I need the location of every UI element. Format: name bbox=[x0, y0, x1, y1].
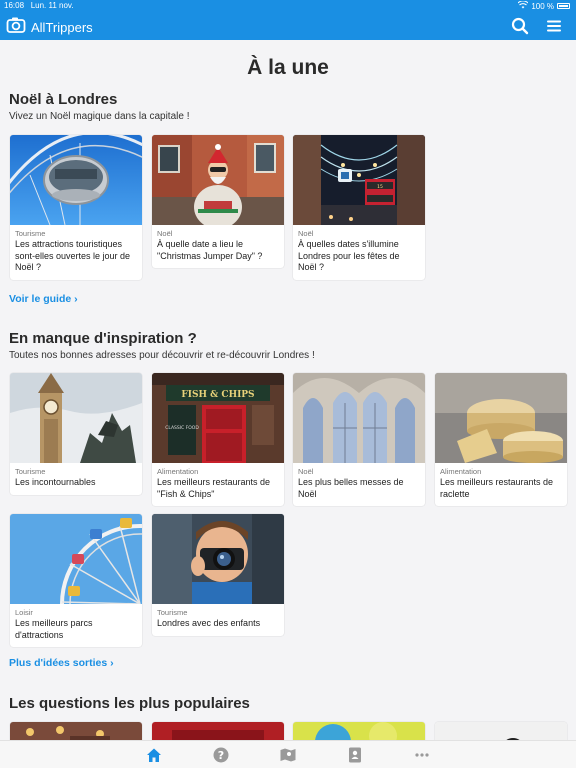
card-title: Les incontournables bbox=[15, 477, 96, 487]
chevron-right-icon: › bbox=[74, 293, 78, 305]
chevron-right-icon: › bbox=[110, 657, 114, 669]
article-card[interactable]: Loisir Les meilleurs parcs d'attractions bbox=[10, 514, 142, 647]
card-image-christmas-lights: 15 bbox=[293, 135, 425, 225]
card-category: Noël bbox=[298, 229, 314, 238]
help-icon[interactable]: ? bbox=[212, 746, 230, 764]
card-image-raclette bbox=[435, 373, 567, 463]
card-title: Les meilleurs restaurants de "Fish & Chi… bbox=[157, 477, 271, 499]
status-time-date: 16:08 Lun. 11 nov. bbox=[4, 1, 74, 10]
wifi-icon bbox=[517, 0, 529, 11]
card-image-child-camera bbox=[152, 514, 284, 604]
article-card[interactable]: 15 Noël À quelles dates s'illumine Londr… bbox=[293, 135, 425, 280]
menu-board-text: CLASSIC FOOD bbox=[165, 425, 199, 431]
section-noel-londres: Noël à Londres Vivez un Noël magique dan… bbox=[9, 91, 569, 122]
section-inspiration: En manque d'inspiration ? Toutes nos bon… bbox=[9, 330, 569, 361]
card-image-white bbox=[435, 722, 567, 740]
card-image-colorful bbox=[293, 722, 425, 740]
card-category: Alimentation bbox=[440, 467, 482, 476]
card-image-fish-chips: FISH & CHIPS CLASSIC FOOD bbox=[152, 373, 284, 463]
battery-percent: 100 % bbox=[531, 1, 554, 11]
article-card[interactable] bbox=[293, 722, 425, 740]
search-icon[interactable] bbox=[510, 16, 530, 36]
card-title: Londres avec des enfants bbox=[157, 618, 261, 628]
card-category: Noël bbox=[157, 229, 173, 238]
home-icon[interactable] bbox=[145, 746, 163, 764]
fish-chips-sign-text: FISH & CHIPS bbox=[181, 390, 254, 400]
card-category: Tourisme bbox=[15, 229, 46, 238]
card-category: Loisir bbox=[15, 608, 33, 617]
card-title: À quelles dates s'illumine Londres pour … bbox=[298, 239, 400, 272]
section-questions-populaires: Les questions les plus populaires bbox=[9, 695, 569, 712]
voir-le-guide-link[interactable]: Voir le guide › bbox=[9, 293, 78, 305]
bus-route-number: 15 bbox=[377, 184, 383, 190]
card-title: Les attractions touristiques sont-elles … bbox=[15, 239, 131, 272]
card-image-market bbox=[10, 722, 142, 740]
main-content[interactable]: À la une Noël à Londres Vivez un Noël ma… bbox=[0, 40, 576, 740]
card-image-christmas-jumper bbox=[152, 135, 284, 225]
article-card[interactable]: Noël À quelle date a lieu le "Christmas … bbox=[152, 135, 284, 268]
card-image-ferris-wheel bbox=[10, 514, 142, 604]
article-card[interactable] bbox=[10, 722, 142, 740]
card-title: À quelle date a lieu le "Christmas Jumpe… bbox=[157, 239, 263, 261]
card-image-cathedral bbox=[293, 373, 425, 463]
card-title: Les meilleurs parcs d'attractions bbox=[15, 618, 93, 640]
page-title: À la une bbox=[247, 56, 329, 79]
section-subtitle: Vivez un Noël magique dans la capitale ! bbox=[9, 111, 190, 122]
section-title: Les questions les plus populaires bbox=[9, 695, 250, 712]
map-icon[interactable] bbox=[279, 746, 297, 764]
battery-icon bbox=[557, 3, 570, 9]
plus-idees-sorties-link[interactable]: Plus d'idées sorties › bbox=[9, 657, 114, 669]
card-category: Tourisme bbox=[15, 467, 46, 476]
card-category: Noël bbox=[298, 467, 314, 476]
card-image-big-ben bbox=[10, 373, 142, 463]
svg-text:?: ? bbox=[218, 749, 224, 762]
section-title: Noël à Londres bbox=[9, 91, 118, 108]
article-card[interactable]: Alimentation Les meilleurs restaurants d… bbox=[435, 373, 567, 506]
article-card[interactable] bbox=[152, 722, 284, 740]
article-card[interactable] bbox=[435, 722, 567, 740]
card-image-red bbox=[152, 722, 284, 740]
tab-bar: ? bbox=[0, 740, 576, 768]
card-image-london-eye bbox=[10, 135, 142, 225]
article-card[interactable]: Tourisme Les attractions touristiques so… bbox=[10, 135, 142, 280]
article-card[interactable]: FISH & CHIPS CLASSIC FOOD Alimentation L… bbox=[152, 373, 284, 506]
article-card[interactable]: Tourisme Les incontournables bbox=[10, 373, 142, 495]
card-title: Les plus belles messes de Noël bbox=[298, 477, 404, 499]
camera-logo-icon bbox=[6, 15, 26, 40]
app-name: AllTrippers bbox=[31, 20, 93, 35]
app-brand[interactable]: AllTrippers bbox=[6, 15, 93, 40]
menu-icon[interactable] bbox=[544, 16, 564, 36]
status-right: 100 % bbox=[517, 0, 570, 11]
section-subtitle: Toutes nos bonnes adresses pour découvri… bbox=[9, 350, 315, 361]
more-icon[interactable] bbox=[413, 746, 431, 764]
article-card[interactable]: Noël Les plus belles messes de Noël bbox=[293, 373, 425, 506]
article-card[interactable]: Tourisme Londres avec des enfants bbox=[152, 514, 284, 636]
app-header: AllTrippers bbox=[0, 12, 576, 40]
section-title: En manque d'inspiration ? bbox=[9, 330, 197, 347]
card-title: Les meilleurs restaurants de raclette bbox=[440, 477, 554, 499]
card-category: Alimentation bbox=[157, 467, 199, 476]
contacts-icon[interactable] bbox=[346, 746, 364, 764]
card-category: Tourisme bbox=[157, 608, 188, 617]
status-bar: 16:08 Lun. 11 nov. 100 % bbox=[0, 0, 576, 12]
